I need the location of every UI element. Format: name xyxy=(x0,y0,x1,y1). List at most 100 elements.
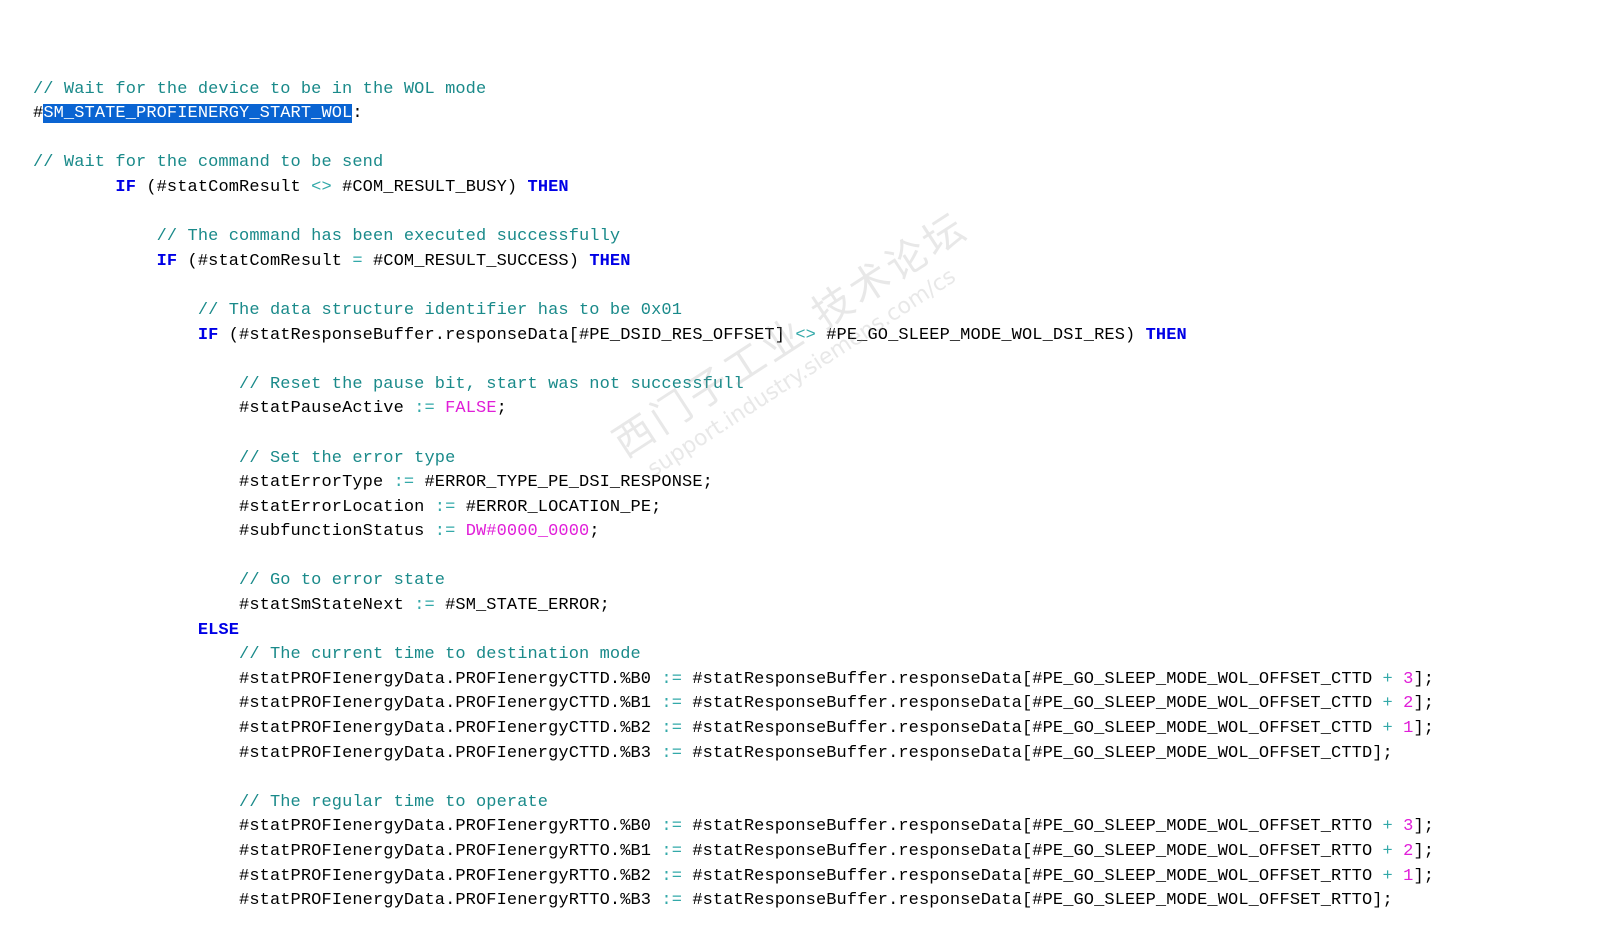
code-text: #statResponseBuffer.responseData[#PE_GO_… xyxy=(682,694,1383,714)
code-line[interactable]: // Reset the pause bit, start was not su… xyxy=(33,373,1593,398)
code-operator: := xyxy=(661,694,683,714)
code-operator: = xyxy=(352,251,363,271)
code-line[interactable]: // The regular time to operate xyxy=(33,791,1593,816)
code-text: #statResponseBuffer.responseData[#PE_GO_… xyxy=(682,842,1383,861)
code-keyword: THEN xyxy=(527,177,569,197)
code-line[interactable]: // The data structure identifier has to … xyxy=(33,299,1593,324)
code-text: #statPROFIenergyData.PROFIenergyRTTO.%B3 xyxy=(239,891,662,911)
code-line[interactable] xyxy=(33,348,1593,373)
code-literal: FALSE xyxy=(445,399,497,419)
code-text: #statPROFIenergyData.PROFIenergyRTTO.%B2 xyxy=(239,866,662,886)
code-line[interactable]: #SM_STATE_PROFIENERGY_START_WOL: xyxy=(33,102,1593,127)
code-line[interactable]: #statPROFIenergyData.PROFIenergyCTTD.%B1… xyxy=(33,692,1593,717)
code-operator: := xyxy=(414,399,435,419)
code-operator: + xyxy=(1382,842,1393,861)
code-text: ]; xyxy=(1413,866,1435,886)
code-operator: <> xyxy=(795,325,816,345)
code-operator: := xyxy=(661,743,683,763)
code-keyword: IF xyxy=(115,177,137,197)
code-line[interactable]: IF (#statResponseBuffer.responseData[#PE… xyxy=(33,324,1593,349)
code-comment: // The regular time to operate xyxy=(239,792,549,812)
code-text: (#statComResult xyxy=(177,251,353,271)
code-text: : xyxy=(352,104,363,124)
code-line[interactable]: #statPROFIenergyData.PROFIenergyCTTD.%B2… xyxy=(33,717,1593,742)
code-line[interactable]: ELSE xyxy=(33,619,1593,644)
code-line[interactable]: IF (#statComResult = #COM_RESULT_SUCCESS… xyxy=(33,250,1593,275)
code-literal: 2 xyxy=(1403,694,1414,714)
code-comment: // Set the error type xyxy=(239,448,456,468)
code-operator: := xyxy=(434,522,456,542)
code-text: #COM_RESULT_BUSY) xyxy=(331,177,528,197)
code-line[interactable] xyxy=(33,422,1593,447)
code-line[interactable]: IF (#statComResult <> #COM_RESULT_BUSY) … xyxy=(33,176,1593,201)
code-text: #statResponseBuffer.responseData[#PE_GO_… xyxy=(682,891,1393,911)
code-text: ]; xyxy=(1413,842,1435,861)
code-text: #PE_GO_SLEEP_MODE_WOL_DSI_RES) xyxy=(815,325,1146,345)
code-line[interactable]: #statPROFIenergyData.PROFIenergyRTTO.%B2… xyxy=(33,865,1593,890)
code-line[interactable]: // The command has been executed success… xyxy=(33,225,1593,250)
code-line[interactable] xyxy=(33,53,1593,78)
code-literal: 2 xyxy=(1403,842,1414,861)
code-line[interactable]: #statPROFIenergyData.PROFIenergyCTTD.%B3… xyxy=(33,742,1593,767)
code-keyword: THEN xyxy=(1145,325,1187,345)
code-text: #statPROFIenergyData.PROFIenergyRTTO.%B1 xyxy=(239,842,662,861)
code-line[interactable] xyxy=(33,127,1593,152)
code-editor[interactable]: // Wait for the device to be in the WOL … xyxy=(33,53,1593,914)
code-text: (#statResponseBuffer.responseData[#PE_DS… xyxy=(218,325,796,345)
code-operator: := xyxy=(414,596,435,616)
code-line[interactable]: #statPROFIenergyData.PROFIenergyRTTO.%B3… xyxy=(33,889,1593,914)
code-operator: := xyxy=(393,473,415,493)
code-text: #ERROR_LOCATION_PE; xyxy=(455,497,662,517)
code-line[interactable]: #statSmStateNext := #SM_STATE_ERROR; xyxy=(33,594,1593,619)
code-operator: := xyxy=(661,817,683,837)
code-text: #statPauseActive xyxy=(239,399,415,419)
code-line[interactable]: // Wait for the command to be send xyxy=(33,151,1593,176)
code-comment: // The command has been executed success… xyxy=(156,227,621,247)
code-line[interactable]: #statErrorType := #ERROR_TYPE_PE_DSI_RES… xyxy=(33,471,1593,496)
code-line[interactable]: #statPROFIenergyData.PROFIenergyRTTO.%B1… xyxy=(33,840,1593,865)
code-line[interactable]: #subfunctionStatus := DW#0000_0000; xyxy=(33,520,1593,545)
code-operator: <> xyxy=(311,177,332,197)
code-line[interactable] xyxy=(33,201,1593,226)
code-line[interactable] xyxy=(33,274,1593,299)
code-comment: // Go to error state xyxy=(239,571,446,591)
code-line[interactable] xyxy=(33,545,1593,570)
code-line[interactable]: #statPROFIenergyData.PROFIenergyRTTO.%B0… xyxy=(33,815,1593,840)
code-line[interactable] xyxy=(33,766,1593,791)
code-text: #statResponseBuffer.responseData[#PE_GO_… xyxy=(682,817,1383,837)
code-line[interactable]: // The current time to destination mode xyxy=(33,643,1593,668)
code-text: #statResponseBuffer.responseData[#PE_GO_… xyxy=(682,719,1383,739)
code-line[interactable]: #statErrorLocation := #ERROR_LOCATION_PE… xyxy=(33,496,1593,521)
code-literal: DW#0000_0000 xyxy=(465,522,590,542)
code-keyword: IF xyxy=(156,251,178,271)
code-line[interactable]: // Go to error state xyxy=(33,569,1593,594)
code-line[interactable]: // Wait for the device to be in the WOL … xyxy=(33,78,1593,103)
code-line[interactable]: #statPauseActive := FALSE; xyxy=(33,397,1593,422)
code-text: ]; xyxy=(1413,719,1435,739)
code-line[interactable]: // Set the error type xyxy=(33,447,1593,472)
code-line[interactable]: #statPROFIenergyData.PROFIenergyCTTD.%B0… xyxy=(33,668,1593,693)
code-comment: // The current time to destination mode xyxy=(239,645,641,665)
code-operator: + xyxy=(1382,694,1393,714)
code-selection[interactable]: SM_STATE_PROFIENERGY_START_WOL xyxy=(43,104,353,124)
